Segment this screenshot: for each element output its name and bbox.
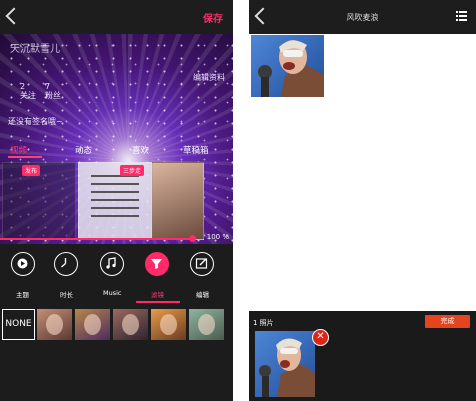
text-line	[91, 215, 139, 217]
selected-count: 1 照片	[253, 319, 274, 327]
filter-icon	[151, 259, 162, 269]
edit-profile-label: 编辑资料	[193, 73, 225, 82]
filter-thumbnail[interactable]	[75, 309, 110, 340]
following-label: 关注	[20, 91, 36, 100]
remove-photo-icon[interactable]: ✕	[312, 329, 329, 346]
tool-label-music: Music	[103, 289, 122, 297]
photo-thumbnail[interactable]	[251, 35, 324, 97]
text-line	[91, 191, 139, 193]
top-bar: 保存	[0, 0, 233, 34]
content-card	[152, 162, 204, 240]
text-line	[91, 183, 139, 185]
video-preview[interactable]: 天沉默雪儿 编辑资料 2 7 关注 粉丝 还没有签名哦~ 视频 动态 喜欢 草稿…	[0, 34, 233, 244]
profile-tab-feed: 动态	[75, 146, 93, 156]
followers-label: 粉丝	[45, 91, 61, 100]
face-shape	[84, 314, 101, 335]
face-shape	[198, 314, 215, 335]
publish-badge: 发布	[22, 165, 41, 176]
profile-tab-drafts: 草稿箱	[183, 146, 209, 156]
tool-label-edit: 编辑	[196, 291, 209, 299]
edit-tool-button[interactable]	[190, 252, 214, 276]
list-menu-icon[interactable]	[456, 11, 467, 21]
edit-icon	[195, 258, 208, 269]
profile-tab-likes: 喜欢	[132, 146, 150, 156]
playback-progress-bar[interactable]	[0, 238, 192, 240]
profile-name: 天沉默雪儿	[10, 44, 60, 55]
album-title: 风吹麦浪	[346, 13, 379, 22]
music-tool-button[interactable]	[100, 252, 124, 276]
bio-text: 还没有签名哦~	[8, 117, 63, 126]
filter-thumbnail[interactable]	[189, 309, 224, 340]
filter-thumbnail[interactable]	[151, 309, 186, 340]
face-shape	[160, 314, 177, 335]
duration-tool-button[interactable]	[54, 252, 78, 276]
photo-picker-screen: 风吹麦浪 1 照片 完成 ✕	[249, 0, 476, 401]
tag-badge: 三步走	[120, 165, 145, 176]
selection-panel: 1 照片 完成 ✕	[249, 311, 476, 401]
selected-photo[interactable]	[255, 331, 315, 397]
play-icon	[17, 258, 28, 269]
singer-photo	[258, 40, 324, 97]
active-tool-underline	[136, 301, 180, 303]
singer-photo	[259, 338, 315, 397]
face-shape	[46, 314, 63, 335]
tool-label-filter: 滤镜	[151, 291, 164, 299]
filter-thumbnail[interactable]	[113, 309, 148, 340]
text-line	[91, 199, 139, 201]
done-button[interactable]: 完成	[425, 315, 470, 328]
back-arrow-icon[interactable]	[5, 7, 23, 25]
progress-percent: 100 %	[206, 233, 229, 241]
face-shape	[122, 314, 139, 335]
filter-none-option[interactable]: NONE	[2, 309, 35, 340]
filter-tool-button[interactable]	[145, 252, 169, 276]
save-button[interactable]: 保存	[203, 10, 223, 25]
progress-knob[interactable]	[189, 235, 196, 242]
tool-label-theme: 主题	[16, 291, 29, 299]
music-note-icon	[106, 257, 116, 269]
text-line	[91, 207, 139, 209]
tool-label-duration: 时长	[60, 291, 73, 299]
theme-tool-button[interactable]	[11, 252, 35, 276]
clock-icon	[61, 258, 67, 268]
top-bar: 风吹麦浪	[249, 0, 476, 34]
video-editor-screen: 保存 天沉默雪儿 编辑资料 2 7 关注 粉丝 还没有签名哦~ 视频 动态 喜欢…	[0, 0, 233, 401]
profile-tab-underline	[8, 156, 42, 158]
filter-thumbnail[interactable]	[37, 309, 72, 340]
profile-tab-videos: 视频	[10, 146, 28, 156]
